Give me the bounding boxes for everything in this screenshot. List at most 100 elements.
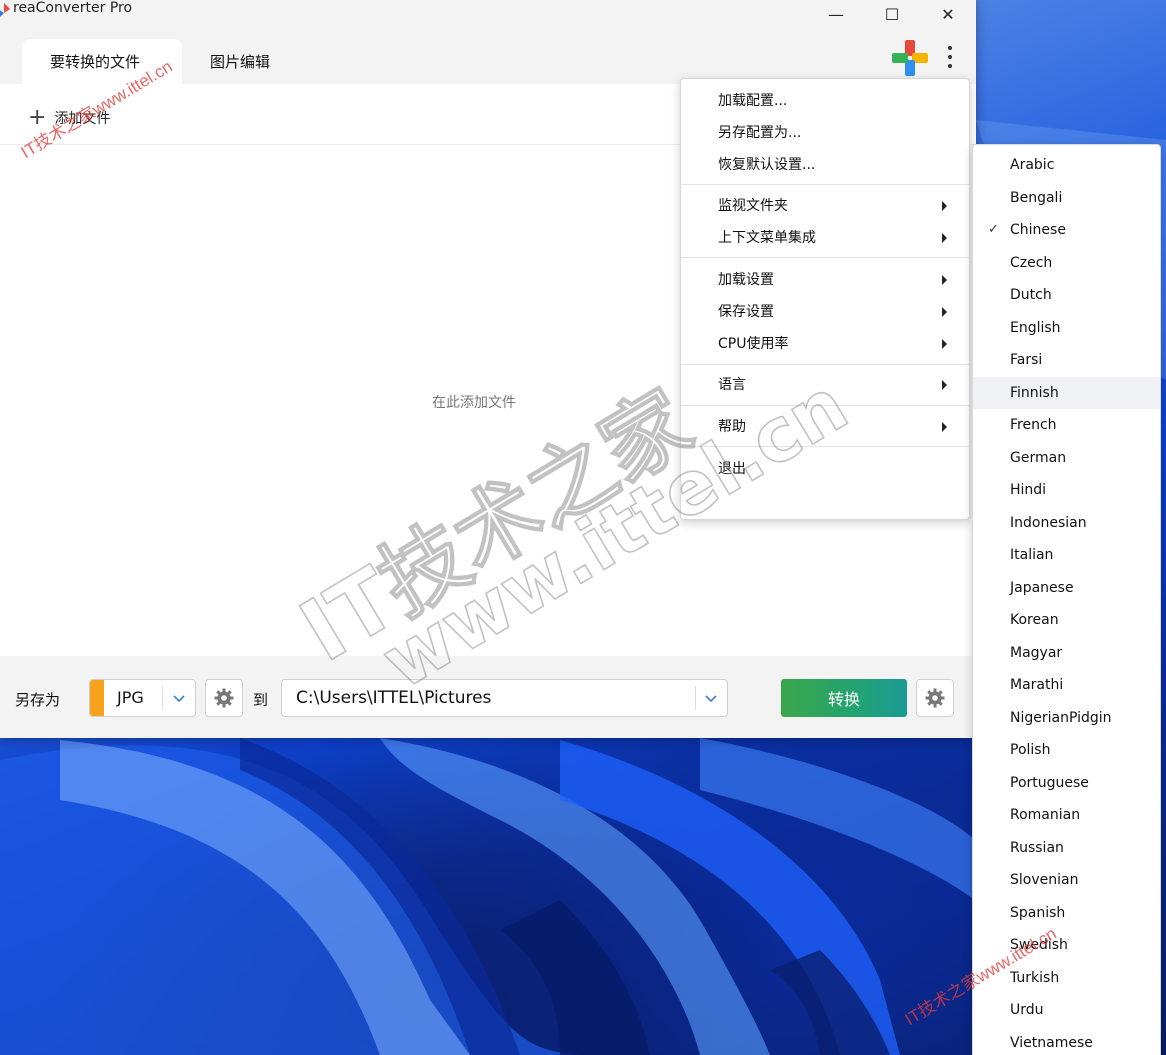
language-label: Italian [1010, 547, 1054, 564]
format-settings-button[interactable] [205, 679, 243, 717]
language-item-finnish[interactable]: Finnish [973, 376, 1160, 409]
menu-item-cpu-usage[interactable]: CPU使用率 [681, 327, 969, 359]
chevron-down-icon [173, 695, 185, 703]
convert-settings-button[interactable] [916, 679, 954, 717]
title-bar[interactable]: reaConverter Pro — ☐ ✕ [0, 0, 976, 28]
language-label: French [1010, 417, 1057, 434]
menu-item-label: 另存配置为... [718, 125, 802, 141]
language-label: Urdu [1010, 1002, 1044, 1019]
format-value: JPG [117, 688, 144, 707]
language-item-czech[interactable]: Czech [973, 247, 1160, 280]
language-label: Finnish [1010, 384, 1059, 401]
to-label: 到 [253, 691, 269, 709]
tab-label: 要转换的文件 [50, 53, 141, 71]
maximize-icon: ☐ [884, 4, 900, 24]
language-item-nigerianpidgin[interactable]: NigerianPidgin [973, 702, 1160, 735]
output-path-select[interactable]: C:\Users\ITTEL\Pictures [281, 679, 728, 717]
language-item-marathi[interactable]: Marathi [973, 669, 1160, 702]
language-label: Russian [1010, 839, 1064, 856]
menu-item-label: 恢复默认设置... [718, 157, 816, 173]
language-item-dutch[interactable]: Dutch [973, 279, 1160, 312]
menu-item-save-config-as[interactable]: 另存配置为... [681, 116, 969, 148]
colorful-plus-logo-icon[interactable] [892, 40, 928, 76]
language-label: Slovenian [1010, 872, 1079, 889]
tab-image-editing[interactable]: 图片编辑 [182, 39, 298, 84]
language-label: Arabic [1010, 157, 1055, 174]
divider [695, 686, 696, 710]
tab-label: 图片编辑 [210, 53, 271, 71]
output-path-value: C:\Users\ITTEL\Pictures [296, 688, 492, 708]
close-icon: ✕ [941, 4, 955, 24]
language-label: Portuguese [1010, 774, 1089, 791]
language-item-french[interactable]: French [973, 409, 1160, 442]
submenu-arrow-icon [942, 275, 947, 285]
language-label: Bengali [1010, 189, 1063, 206]
menu-item-load-settings[interactable]: 加载设置 [681, 263, 969, 295]
submenu-arrow-icon [942, 422, 947, 432]
language-submenu: Arabic Bengali ✓ Chinese Czech Dutch English Fa… [972, 144, 1161, 1055]
language-item-hindi[interactable]: Hindi [973, 474, 1160, 507]
language-label: Vietnamese [1010, 1034, 1093, 1051]
language-item-english[interactable]: English [973, 312, 1160, 345]
language-item-italian[interactable]: Italian [973, 539, 1160, 572]
menu-item-save-settings[interactable]: 保存设置 [681, 295, 969, 327]
language-item-german[interactable]: German [973, 442, 1160, 475]
submenu-arrow-icon [942, 380, 947, 390]
check-icon: ✓ [988, 222, 999, 237]
language-item-farsi[interactable]: Farsi [973, 344, 1160, 377]
menu-separator [681, 184, 969, 185]
menu-item-restore-defaults[interactable]: 恢复默认设置... [681, 148, 969, 180]
submenu-arrow-icon [942, 201, 947, 211]
menu-item-load-config[interactable]: 加载配置... [681, 84, 969, 116]
close-button[interactable]: ✕ [920, 0, 976, 28]
format-accent [90, 680, 104, 716]
language-item-japanese[interactable]: Japanese [973, 572, 1160, 605]
chevron-down-icon [705, 695, 717, 703]
language-label: Polish [1010, 742, 1051, 759]
output-bar: 另存为 JPG 到 C:\Users\ITTEL\Pictures 转换 [0, 656, 976, 738]
convert-label: 转换 [827, 690, 860, 709]
language-label: Dutch [1010, 287, 1052, 304]
language-label: Czech [1010, 254, 1053, 271]
language-item-slovenian[interactable]: Slovenian [973, 864, 1160, 897]
language-item-spanish[interactable]: Spanish [973, 897, 1160, 930]
language-item-urdu[interactable]: Urdu [973, 994, 1160, 1027]
language-item-polish[interactable]: Polish [973, 734, 1160, 767]
language-item-indonesian[interactable]: Indonesian [973, 507, 1160, 540]
convert-button[interactable]: 转换 [781, 679, 907, 717]
language-label: German [1010, 449, 1067, 466]
language-item-romanian[interactable]: Romanian [973, 799, 1160, 832]
language-item-arabic[interactable]: Arabic [973, 149, 1160, 182]
language-item-russian[interactable]: Russian [973, 832, 1160, 865]
menu-item-label: 保存设置 [718, 304, 774, 320]
submenu-arrow-icon [942, 233, 947, 243]
language-item-portuguese[interactable]: Portuguese [973, 767, 1160, 800]
language-item-magyar[interactable]: Magyar [973, 637, 1160, 670]
menu-item-context-menu[interactable]: 上下文菜单集成 [681, 221, 969, 253]
language-label: Farsi [1010, 352, 1043, 369]
language-label: NigerianPidgin [1010, 709, 1112, 726]
menu-item-watch-folder[interactable]: 监视文件夹 [681, 189, 969, 221]
format-select[interactable]: JPG [89, 679, 196, 717]
language-label: Indonesian [1010, 514, 1087, 531]
menu-item-label: 加载配置... [718, 93, 788, 109]
language-item-vietnamese[interactable]: Vietnamese [973, 1027, 1160, 1055]
language-label: Spanish [1010, 904, 1066, 921]
submenu-arrow-icon [942, 339, 947, 349]
gear-icon [925, 688, 945, 708]
minimize-icon: — [828, 4, 844, 24]
maximize-button[interactable]: ☐ [864, 0, 920, 28]
vertical-ellipsis-icon[interactable] [938, 44, 962, 70]
divider [162, 686, 163, 710]
language-item-chinese[interactable]: ✓ Chinese [973, 214, 1160, 247]
language-item-korean[interactable]: Korean [973, 604, 1160, 637]
save-as-label: 另存为 [15, 691, 61, 709]
language-label: Korean [1010, 612, 1059, 629]
minimize-button[interactable]: — [808, 0, 864, 28]
language-item-bengali[interactable]: Bengali [973, 182, 1160, 215]
language-label: Hindi [1010, 482, 1047, 499]
language-label: Marathi [1010, 677, 1064, 694]
window-title: reaConverter Pro [13, 0, 133, 16]
language-label: Chinese [1010, 222, 1066, 239]
menu-item-label: CPU使用率 [718, 336, 789, 352]
